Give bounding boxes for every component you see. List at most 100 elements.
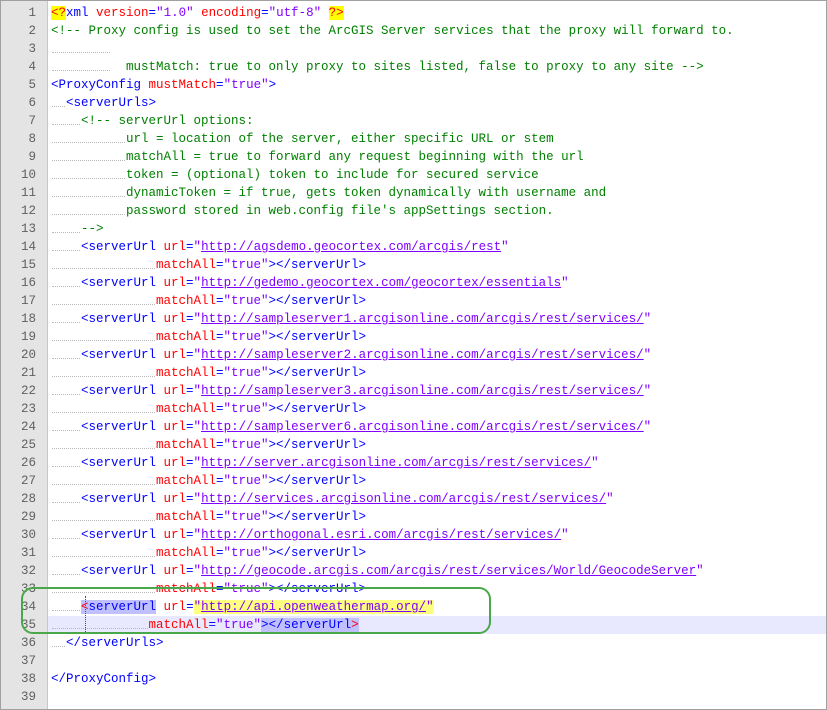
code-line[interactable]: 11 dynamicToken = if true, gets token dyn… — [21, 184, 826, 202]
syntax-token: = — [261, 6, 269, 20]
indent-whitespace — [51, 94, 66, 112]
code-line[interactable]: 18 <serverUrl url="http://sampleserver1.a… — [21, 310, 826, 328]
code-line[interactable]: 3 — [28, 40, 826, 58]
syntax-token: http://gedemo.geocortex.com/geocortex/es… — [201, 276, 562, 290]
code-line[interactable]: 32 <serverUrl url="http://geocode.arcgis.… — [21, 562, 826, 580]
code-text: <ProxyConfig mustMatch="true"> — [51, 76, 276, 94]
syntax-token: " — [591, 456, 599, 470]
syntax-token — [321, 6, 329, 20]
syntax-token: url — [163, 384, 187, 398]
code-line[interactable]: 38 </ProxyConfig> — [21, 670, 826, 688]
syntax-token: url — [163, 312, 187, 326]
syntax-token: matchAll — [156, 258, 217, 272]
code-line[interactable]: 6 <serverUrls> — [28, 94, 826, 112]
code-line[interactable]: 36 </serverUrls> — [21, 634, 826, 652]
syntax-token: " — [193, 276, 202, 290]
code-line[interactable]: 13 --> — [21, 220, 826, 238]
syntax-token: <serverUrl — [81, 492, 164, 506]
code-text: dynamicToken = if true, gets token dynam… — [51, 184, 606, 202]
syntax-token: " — [193, 420, 202, 434]
code-line[interactable]: 17 matchAll="true"></serverUrl> — [21, 292, 826, 310]
line-number: 4 — [28, 60, 36, 74]
code-line[interactable]: 7 <!-- serverUrl options: — [28, 112, 826, 130]
code-line[interactable]: 27 matchAll="true"></serverUrl> — [21, 472, 826, 490]
code-text: <serverUrl url="http://geocode.arcgis.co… — [51, 562, 704, 580]
syntax-token: = — [216, 258, 224, 272]
code-line[interactable]: 5 <ProxyConfig mustMatch="true"> — [28, 76, 826, 94]
code-line[interactable]: 29 matchAll="true"></serverUrl> — [21, 508, 826, 526]
code-line[interactable]: 37 — [21, 652, 826, 670]
code-line[interactable]: 15 matchAll="true"></serverUrl> — [21, 256, 826, 274]
syntax-token: version — [96, 6, 149, 20]
syntax-token: = — [148, 6, 157, 20]
syntax-token: " — [561, 528, 569, 542]
code-line[interactable]: 12 password stored in web.config file's a… — [21, 202, 826, 220]
syntax-token: <serverUrl — [81, 312, 164, 326]
syntax-token: = — [216, 474, 224, 488]
line-number: 21 — [20, 366, 36, 380]
code-text: matchAll="true"></serverUrl> — [51, 292, 366, 310]
syntax-token: <serverUrl — [81, 384, 164, 398]
code-line[interactable]: 20 <serverUrl url="http://sampleserver2.a… — [21, 346, 826, 364]
syntax-token: url — [163, 528, 187, 542]
syntax-token: url — [163, 456, 187, 470]
code-line[interactable]: 16 <serverUrl url="http://gedemo.geocorte… — [21, 274, 826, 292]
code-line[interactable]: 22 <serverUrl url="http://sampleserver3.a… — [21, 382, 826, 400]
code-line[interactable]: 24 <serverUrl url="http://sampleserver6.a… — [21, 418, 826, 436]
code-line[interactable]: 9 matchAll = true to forward any request … — [28, 148, 826, 166]
line-number: 1 — [28, 6, 36, 20]
syntax-token: url — [163, 564, 187, 578]
code-text: matchAll="true"></serverUrl> — [51, 544, 366, 562]
code-line[interactable]: 23 matchAll="true"></serverUrl> — [21, 400, 826, 418]
syntax-token: "1.0" — [156, 6, 194, 20]
line-number: 20 — [20, 348, 36, 362]
code-line[interactable]: 2 <!-- Proxy config is used to set the Ar… — [28, 22, 826, 40]
code-line[interactable]: 8 url = location of the server, either sp… — [28, 130, 826, 148]
syntax-token: " — [643, 348, 652, 362]
code-line[interactable]: 21 matchAll="true"></serverUrl> — [21, 364, 826, 382]
code-line[interactable]: 31 matchAll="true"></serverUrl> — [21, 544, 826, 562]
code-line[interactable]: 1 <?xml version="1.0" encoding="utf-8" ?> — [28, 4, 826, 22]
syntax-token: http://geocode.arcgis.com/arcgis/rest/se… — [201, 564, 697, 578]
code-line[interactable]: 10 token = (optional) token to include fo… — [21, 166, 826, 184]
line-number: 22 — [20, 384, 36, 398]
indent-whitespace — [51, 418, 81, 436]
syntax-token: " — [643, 420, 652, 434]
code-line[interactable]: 39 — [21, 688, 826, 706]
code-line[interactable]: 25 matchAll="true"></serverUrl> — [21, 436, 826, 454]
indent-whitespace — [51, 562, 81, 580]
syntax-token: ></serverUrl> — [268, 330, 367, 344]
indent-whitespace — [51, 112, 81, 130]
syntax-token: ?> — [328, 6, 344, 20]
code-text: </serverUrls> — [51, 634, 164, 652]
syntax-token: url = location of the server, either spe… — [126, 132, 554, 146]
syntax-token: = — [186, 348, 194, 362]
syntax-token: matchAll — [156, 330, 217, 344]
indent-whitespace — [51, 508, 156, 526]
syntax-token: mustMatch: true to only proxy to sites l… — [111, 60, 704, 74]
code-text: <serverUrl url="http://sampleserver3.arc… — [51, 382, 651, 400]
xml-editor[interactable]: 1 <?xml version="1.0" encoding="utf-8" ?>… — [0, 0, 827, 710]
indent-whitespace — [51, 454, 81, 472]
code-line[interactable]: 14 <serverUrl url="http://agsdemo.geocort… — [21, 238, 826, 256]
code-text: <?xml version="1.0" encoding="utf-8" ?> — [51, 4, 344, 22]
indent-whitespace — [51, 292, 156, 310]
code-line[interactable]: 30 <serverUrl url="http://orthogonal.esri… — [21, 526, 826, 544]
indent-whitespace — [51, 256, 156, 274]
code-line[interactable]: 26 <serverUrl url="http://server.arcgison… — [21, 454, 826, 472]
code-text: <serverUrl url="http://orthogonal.esri.c… — [51, 526, 569, 544]
syntax-token: = — [216, 510, 224, 524]
line-number: 10 — [20, 168, 36, 182]
indent-whitespace — [51, 274, 81, 292]
syntax-token: password stored in web.config file's app… — [126, 204, 554, 218]
code-line[interactable]: 19 matchAll="true"></serverUrl> — [21, 328, 826, 346]
code-line[interactable]: 28 <serverUrl url="http://services.arcgis… — [21, 490, 826, 508]
syntax-token: = — [186, 240, 194, 254]
syntax-token: <serverUrl — [81, 456, 164, 470]
code-line[interactable]: 4 mustMatch: true to only proxy to sites… — [28, 58, 826, 76]
line-number: 38 — [20, 672, 36, 686]
line-number: 29 — [20, 510, 36, 524]
indent-whitespace — [51, 634, 66, 652]
code-text: <serverUrls> — [51, 94, 156, 112]
syntax-token: "true" — [223, 366, 269, 380]
